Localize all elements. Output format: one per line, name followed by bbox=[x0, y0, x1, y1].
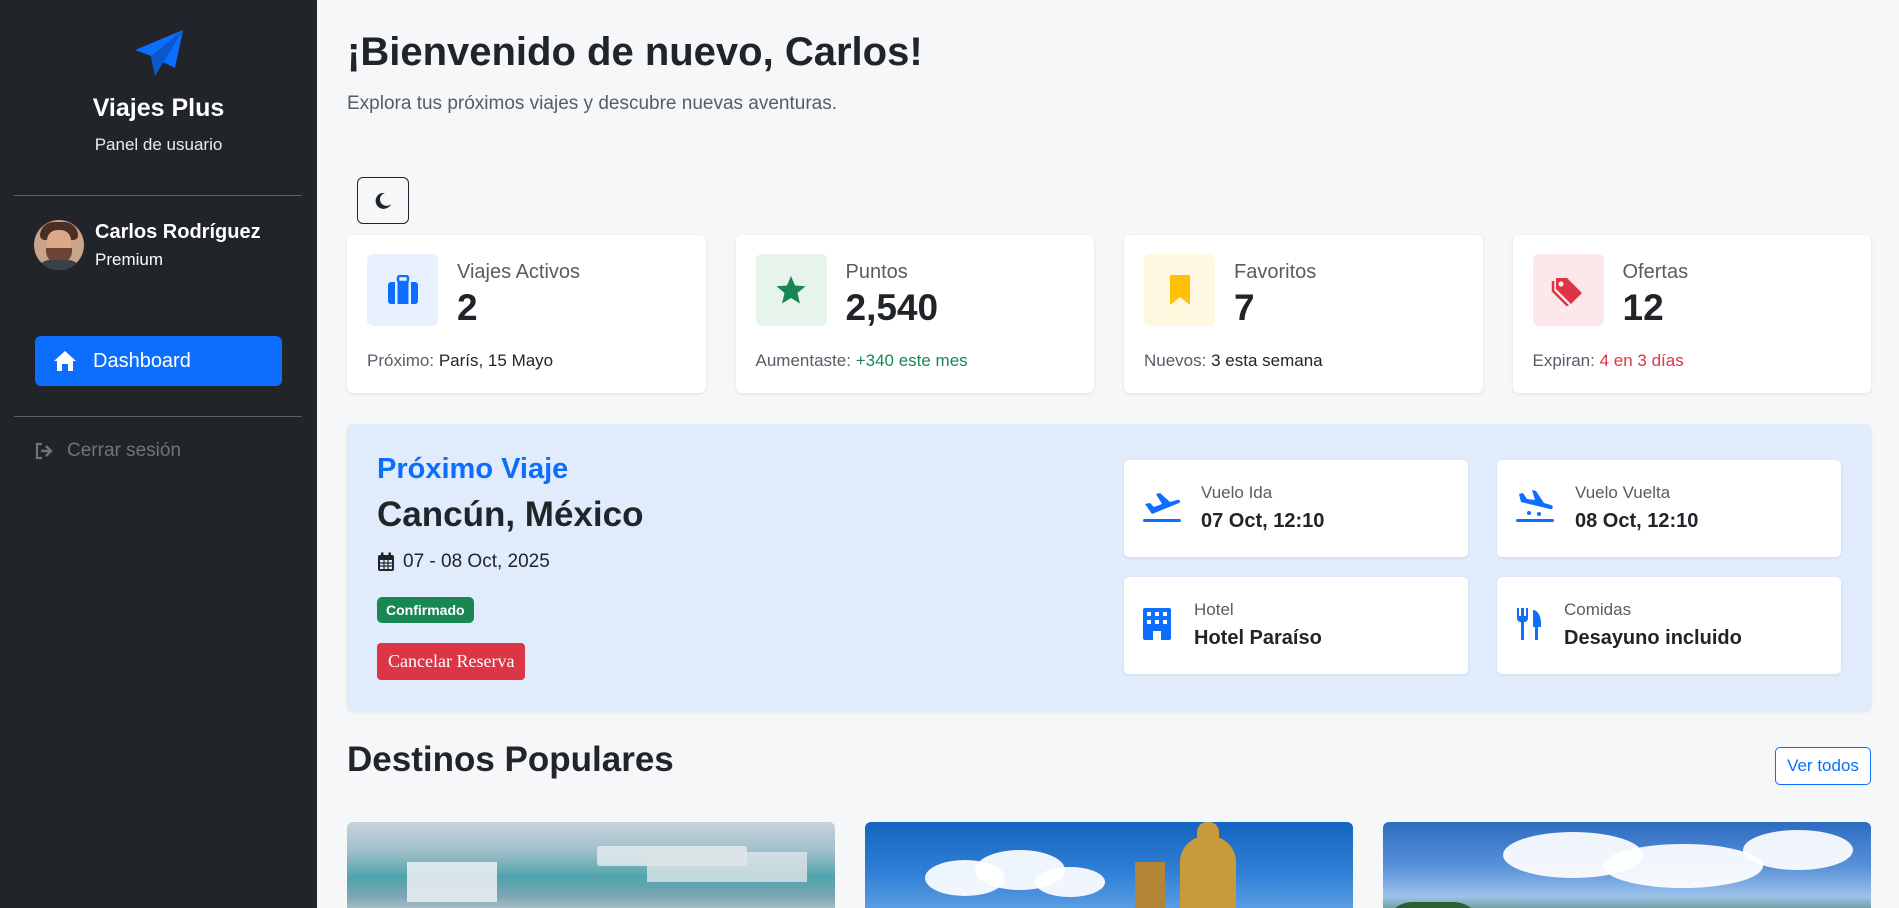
sign-out-icon bbox=[35, 442, 53, 460]
brand-name: Viajes Plus bbox=[92, 94, 225, 122]
info-value: Desayuno incluido bbox=[1564, 627, 1742, 649]
nav-dashboard[interactable]: Dashboard bbox=[35, 336, 282, 386]
stat-value: 7 bbox=[1234, 287, 1255, 328]
theme-toggle-button[interactable] bbox=[357, 177, 409, 224]
brand: Viajes Plus Panel de usuario bbox=[0, 0, 317, 155]
info-label: Hotel bbox=[1194, 600, 1234, 619]
user-tier: Premium bbox=[95, 249, 164, 269]
info-value: 08 Oct, 12:10 bbox=[1575, 510, 1699, 532]
utensils-icon bbox=[1517, 608, 1541, 640]
stat-icon-box bbox=[755, 254, 827, 326]
sidebar-divider bbox=[14, 416, 302, 417]
stat-icon-box bbox=[1144, 254, 1215, 326]
stat-icon-box bbox=[367, 254, 438, 326]
calendar-icon bbox=[378, 552, 394, 571]
info-value: Hotel Paraíso bbox=[1194, 627, 1322, 649]
stat-footer-value: París, 15 Mayo bbox=[438, 351, 554, 370]
star-icon bbox=[776, 276, 806, 304]
section-title-destinations: Destinos Populares bbox=[347, 740, 674, 779]
stat-footer-value: 3 esta semana bbox=[1211, 351, 1323, 370]
stat-footer-label: Nuevos: bbox=[1144, 351, 1207, 370]
stat-footer: Expiran: 4 en 3 días bbox=[1533, 351, 1684, 371]
home-icon bbox=[54, 351, 76, 371]
info-label: Vuelo Ida bbox=[1201, 483, 1273, 502]
stat-footer: Nuevos: 3 esta semana bbox=[1144, 351, 1323, 371]
stat-footer: Próximo: París, 15 Mayo bbox=[367, 351, 553, 371]
nav-dashboard-label: Dashboard bbox=[93, 349, 191, 372]
trip-dates: 07 - 08 Oct, 2025 bbox=[377, 551, 550, 573]
flight-back-card: Vuelo Vuelta 08 Oct, 12:10 bbox=[1497, 460, 1841, 557]
stat-footer-label: Próximo: bbox=[367, 351, 435, 370]
page-title: ¡Bienvenido de nuevo, Carlos! bbox=[347, 30, 923, 74]
stat-card-offers[interactable]: Ofertas 12 Expiran: 4 en 3 días bbox=[1512, 235, 1871, 393]
sidebar-divider bbox=[14, 195, 302, 196]
moon-icon bbox=[375, 192, 391, 209]
stats-row: Viajes Activos 2 Próximo: París, 15 Mayo… bbox=[347, 235, 1871, 393]
plane-departure-icon bbox=[1143, 493, 1181, 522]
stat-footer: Aumentaste: +340 este mes bbox=[756, 351, 968, 371]
stat-footer-label: Expiran: bbox=[1532, 351, 1595, 370]
stat-footer-value: 4 en 3 días bbox=[1599, 351, 1684, 370]
info-value: 07 Oct, 12:10 bbox=[1201, 510, 1325, 532]
logout-label: Cerrar sesión bbox=[67, 440, 182, 461]
next-trip-heading: Próximo Viaje bbox=[377, 453, 569, 485]
sidebar: Viajes Plus Panel de usuario Carlos Rodr… bbox=[0, 0, 317, 908]
user-name: Carlos Rodríguez bbox=[95, 220, 261, 243]
status-badge: Confirmado bbox=[377, 597, 474, 623]
stat-card-points[interactable]: Puntos 2,540 Aumentaste: +340 este mes bbox=[735, 235, 1094, 393]
stat-label: Favoritos bbox=[1234, 261, 1317, 283]
stat-label: Ofertas bbox=[1622, 261, 1689, 283]
destination-card-image[interactable] bbox=[865, 822, 1353, 908]
destination-card-image[interactable] bbox=[347, 822, 835, 908]
next-trip-card: Próximo Viaje Cancún, México 07 - 08 Oct… bbox=[347, 424, 1871, 711]
stat-value: 12 bbox=[1622, 287, 1664, 328]
stat-value: 2 bbox=[457, 287, 478, 328]
info-label: Comidas bbox=[1564, 600, 1632, 619]
tags-icon bbox=[1551, 278, 1582, 306]
flight-out-card: Vuelo Ida 07 Oct, 12:10 bbox=[1124, 460, 1468, 557]
logout-link[interactable]: Cerrar sesión bbox=[35, 440, 181, 462]
stat-footer-value: +340 este mes bbox=[855, 351, 968, 370]
stat-footer-label: Aumentaste: bbox=[755, 351, 851, 370]
stat-value: 2,540 bbox=[845, 287, 939, 328]
cancel-reservation-button[interactable]: Cancelar Reserva bbox=[377, 643, 526, 680]
stat-card-favorites[interactable]: Favoritos 7 Nuevos: 3 esta semana bbox=[1124, 235, 1483, 393]
user-profile: Carlos Rodríguez Premium bbox=[34, 220, 261, 270]
meals-card: Comidas Desayuno incluido bbox=[1497, 577, 1841, 674]
paper-plane-icon bbox=[134, 30, 183, 76]
view-all-button[interactable]: Ver todos bbox=[1775, 747, 1871, 785]
bookmark-icon bbox=[1169, 275, 1190, 305]
stat-label: Viajes Activos bbox=[457, 261, 581, 283]
stat-label: Puntos bbox=[845, 261, 908, 283]
hotel-card: Hotel Hotel Paraíso bbox=[1124, 577, 1468, 674]
info-label: Vuelo Vuelta bbox=[1575, 483, 1671, 502]
stat-card-active-trips[interactable]: Viajes Activos 2 Próximo: París, 15 Mayo bbox=[347, 235, 706, 393]
hotel-icon bbox=[1143, 608, 1171, 640]
plane-arrival-icon bbox=[1516, 490, 1554, 522]
suitcase-icon bbox=[387, 275, 418, 304]
brand-subtitle: Panel de usuario bbox=[94, 135, 223, 154]
trip-destination: Cancún, México bbox=[377, 495, 644, 534]
page-subtitle: Explora tus próximos viajes y descubre n… bbox=[347, 93, 838, 114]
destination-card-image[interactable] bbox=[1383, 822, 1871, 908]
stat-icon-box bbox=[1532, 254, 1604, 326]
trip-dates-text: 07 - 08 Oct, 2025 bbox=[403, 551, 550, 572]
avatar bbox=[34, 220, 84, 270]
